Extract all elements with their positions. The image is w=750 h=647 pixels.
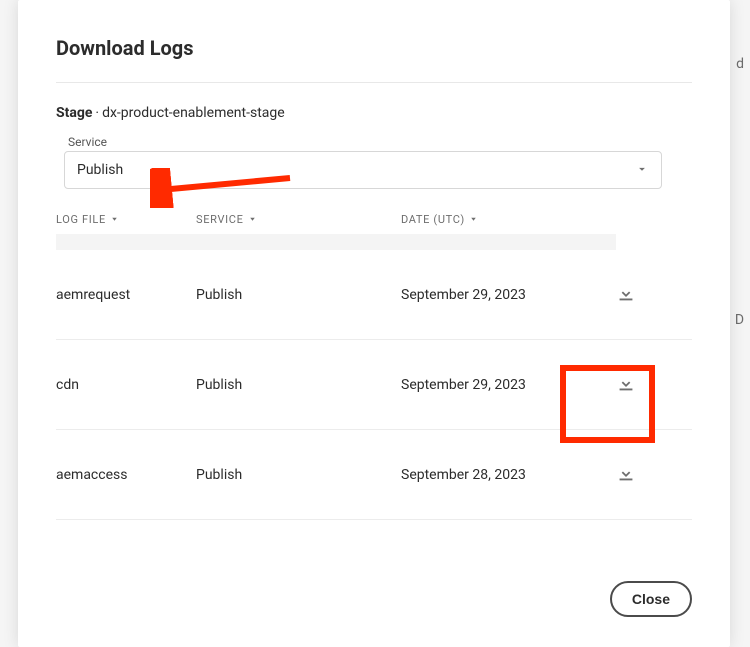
download-icon	[615, 462, 637, 487]
cell-service: Publish	[196, 467, 401, 483]
sort-down-icon	[469, 213, 478, 226]
download-button[interactable]	[609, 366, 643, 403]
column-service[interactable]: SERVICE	[196, 213, 401, 226]
chevron-down-icon	[635, 161, 649, 180]
download-button[interactable]	[609, 276, 643, 313]
backdrop-text: d	[736, 56, 744, 72]
cell-logfile: aemaccess	[56, 467, 196, 483]
table-row: aemaccess Publish September 28, 2023	[56, 430, 692, 520]
sort-down-icon	[248, 213, 257, 226]
download-button[interactable]	[609, 456, 643, 493]
environment-line: Stage·dx-product-enablement-stage	[56, 105, 692, 121]
table-row: cdn Publish September 29, 2023	[56, 340, 692, 430]
stage-label: Stage	[56, 105, 92, 121]
cell-date: September 28, 2023	[401, 467, 596, 483]
table-header: LOG FILE SERVICE DATE (UTC)	[56, 197, 692, 234]
modal-footer: Close	[56, 561, 692, 617]
table-row: aemrequest Publish September 29, 2023	[56, 250, 692, 340]
column-date[interactable]: DATE (UTC)	[401, 213, 581, 226]
service-label: Service	[68, 135, 692, 149]
download-icon	[615, 372, 637, 397]
backdrop-text: D	[735, 312, 744, 328]
cell-service: Publish	[196, 287, 401, 303]
service-select[interactable]: Publish	[64, 151, 662, 189]
service-field: Service Publish	[56, 135, 692, 189]
close-button[interactable]: Close	[610, 581, 692, 617]
modal-title: Download Logs	[56, 36, 692, 60]
divider	[56, 82, 692, 83]
cell-date: September 29, 2023	[401, 377, 596, 393]
environment-name: dx-product-enablement-stage	[102, 105, 285, 121]
sort-down-icon	[110, 213, 119, 226]
cell-logfile: cdn	[56, 377, 196, 393]
cell-date: September 29, 2023	[401, 287, 596, 303]
download-icon	[615, 282, 637, 307]
horizontal-scrollbar[interactable]	[56, 234, 616, 250]
table-body: aemrequest Publish September 29, 2023 cd…	[56, 250, 692, 520]
cell-service: Publish	[196, 377, 401, 393]
service-selected-value: Publish	[77, 162, 123, 178]
column-logfile[interactable]: LOG FILE	[56, 213, 196, 226]
download-logs-modal: Download Logs Stage·dx-product-enablemen…	[18, 0, 730, 647]
cell-logfile: aemrequest	[56, 287, 196, 303]
